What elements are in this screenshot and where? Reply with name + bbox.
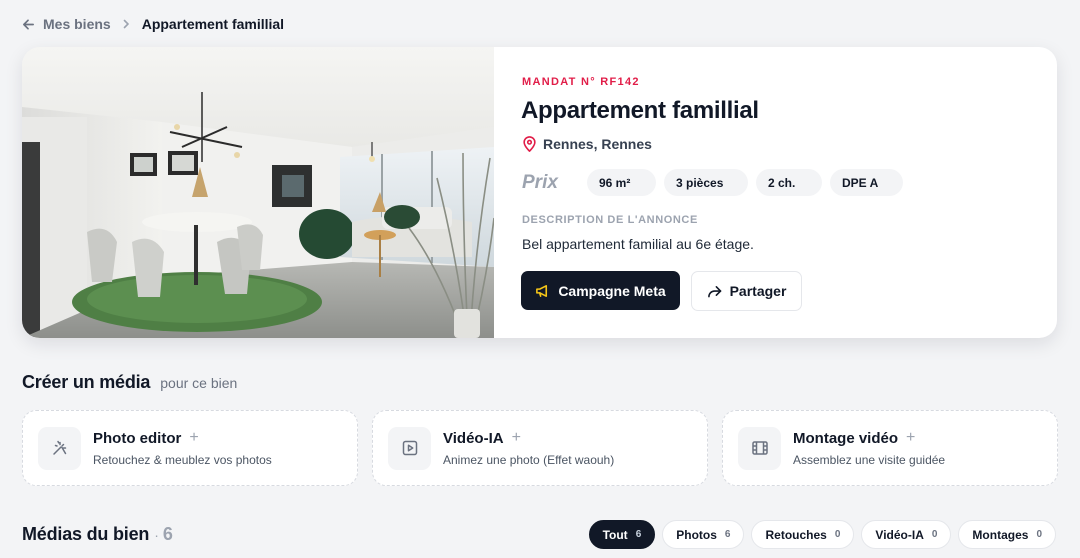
filter-count: 6	[724, 529, 731, 540]
price-row: Prix 96 m² 3 pièces 2 ch. DPE A	[522, 169, 911, 196]
create-media-subtitle: pour ce bien	[160, 375, 238, 391]
photo-editor-subtitle: Retouchez & meublez vos photos	[93, 453, 272, 467]
description-text: Bel appartement familial au 6e étage.	[522, 236, 754, 252]
property-title: Appartement famillial	[521, 97, 759, 124]
medias-separator: ·	[154, 527, 159, 543]
film-icon	[738, 426, 781, 470]
montage-video-subtitle: Assemblez une visite guidée	[793, 453, 946, 467]
filter-label: Retouches	[765, 527, 827, 542]
price-label: Prix	[522, 171, 558, 193]
share-arrow-icon	[707, 285, 721, 297]
filter-count: 0	[834, 529, 841, 540]
campagne-meta-button[interactable]: Campagne Meta	[521, 271, 680, 310]
filter-tout[interactable]: Tout 6	[588, 520, 656, 549]
wand-icon	[38, 426, 81, 470]
arrow-left-icon	[23, 18, 34, 30]
megaphone-icon	[536, 284, 548, 297]
create-media-header: Créer un média pour ce bien	[22, 372, 237, 393]
filter-photos[interactable]: Photos 6	[662, 520, 745, 549]
plus-icon: +	[189, 429, 199, 446]
photo-editor-card[interactable]: Photo editor + Retouchez & meublez vos ph…	[22, 410, 358, 486]
description-label: DESCRIPTION DE L'ANNONCE	[522, 214, 698, 226]
filter-video-ia[interactable]: Vidéo-IA 0	[861, 520, 952, 549]
video-ia-card[interactable]: Vidéo-IA + Animez une photo (Effet waouh)	[372, 410, 708, 486]
breadcrumb: Mes biens Appartement famillial	[22, 14, 284, 34]
property-actions: Campagne Meta Partager	[521, 271, 802, 311]
filter-label: Vidéo-IA	[875, 527, 924, 542]
video-ia-subtitle: Animez une photo (Effet waouh)	[443, 453, 615, 467]
chevron-right-icon	[122, 19, 130, 29]
medias-title: Médias du bien	[22, 524, 150, 544]
filter-label: Montages	[972, 527, 1029, 542]
share-label: Partager	[729, 283, 787, 299]
mandat-number: MANDAT N° RF142	[522, 76, 640, 88]
property-info: MANDAT N° RF142 Appartement famillial Re…	[494, 47, 1057, 338]
filter-retouches[interactable]: Retouches 0	[751, 520, 855, 549]
play-icon	[388, 426, 431, 470]
filter-count: 0	[931, 529, 938, 540]
property-card: MANDAT N° RF142 Appartement famillial Re…	[22, 47, 1057, 338]
back-link[interactable]: Mes biens	[22, 16, 111, 32]
chip-bedrooms: 2 ch.	[756, 169, 822, 196]
medias-header: Médias du bien · 6	[22, 524, 173, 545]
share-button[interactable]: Partager	[691, 271, 802, 311]
map-pin-icon	[523, 136, 536, 152]
create-media-title: Créer un média	[22, 372, 151, 392]
montage-video-title: Montage vidéo	[793, 429, 899, 447]
location-text: Rennes, Rennes	[543, 136, 652, 152]
property-location: Rennes, Rennes	[522, 136, 652, 152]
medias-count: 6	[162, 524, 173, 544]
filter-montages[interactable]: Montages 0	[958, 520, 1056, 549]
campagne-meta-label: Campagne Meta	[558, 282, 666, 299]
chip-surface: 96 m²	[587, 169, 656, 196]
photo-editor-title: Photo editor	[93, 429, 182, 447]
back-link-label: Mes biens	[43, 16, 111, 32]
chip-rooms: 3 pièces	[664, 169, 748, 196]
breadcrumb-current: Appartement famillial	[141, 16, 285, 32]
plus-icon: +	[511, 429, 521, 446]
video-ia-title: Vidéo-IA	[443, 429, 504, 447]
filter-label: Photos	[676, 527, 717, 542]
montage-video-card[interactable]: Montage vidéo + Assemblez une visite guid…	[722, 410, 1058, 486]
chip-dpe: DPE A	[830, 169, 903, 196]
filter-label: Tout	[602, 527, 628, 542]
filter-count: 6	[635, 529, 642, 540]
create-media-cards: Photo editor + Retouchez & meublez vos ph…	[22, 410, 1058, 486]
plus-icon: +	[906, 429, 916, 446]
property-photo[interactable]	[22, 47, 494, 338]
filter-count: 0	[1036, 529, 1042, 540]
media-filters: Tout 6 Photos 6 Retouches 0 Vidéo-IA 0 M…	[582, 520, 1056, 549]
